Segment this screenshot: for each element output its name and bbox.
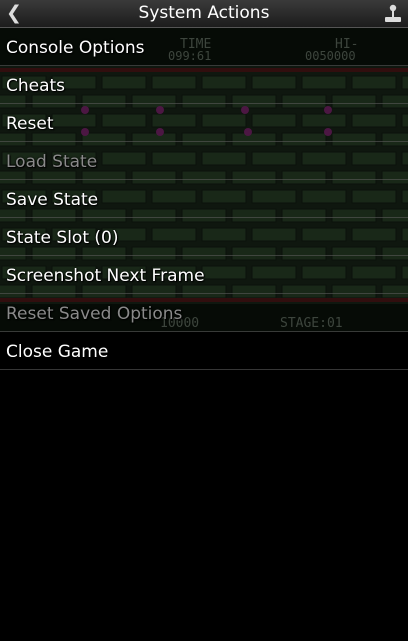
page-title: System Actions <box>138 3 270 23</box>
title-bar: ❮ System Actions <box>0 0 408 28</box>
menu-item-screenshot-next-frame[interactable]: Screenshot Next Frame <box>0 256 408 294</box>
menu-item-reset-saved-options: Reset Saved Options <box>0 294 408 332</box>
menu-item-console-options[interactable]: Console Options <box>0 28 408 66</box>
menu-item-save-state[interactable]: Save State <box>0 180 408 218</box>
menu-item-state-slot-0[interactable]: State Slot (0) <box>0 218 408 256</box>
menu-item-cheats[interactable]: Cheats <box>0 66 408 104</box>
menu-item-close-game[interactable]: Close Game <box>0 332 408 370</box>
menu-item-reset[interactable]: Reset <box>0 104 408 142</box>
joystick-icon[interactable] <box>384 4 402 23</box>
chevron-left-icon[interactable]: ❮ <box>6 1 26 25</box>
system-actions-menu: Console Options Cheats Reset Load State Save… <box>0 28 408 370</box>
menu-item-load-state: Load State <box>0 142 408 180</box>
